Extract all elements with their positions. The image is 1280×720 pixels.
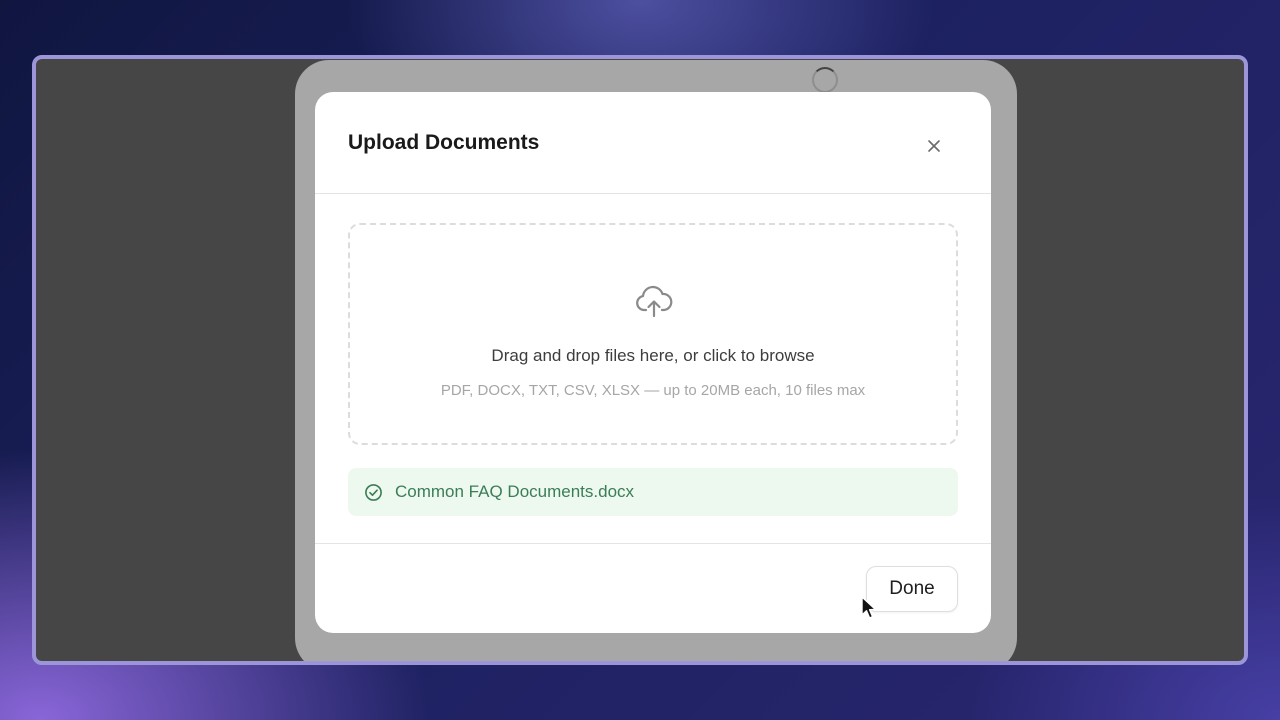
mouse-pointer-icon bbox=[861, 596, 877, 619]
dropzone-instructions: Drag and drop files here, or click to br… bbox=[491, 346, 815, 365]
dropzone-file-limits: PDF, DOCX, TXT, CSV, XLSX — up to 20MB e… bbox=[440, 382, 866, 399]
check-circle-icon bbox=[365, 483, 382, 501]
dialog-title: Upload Documents bbox=[348, 131, 540, 154]
loading-spinner-icon bbox=[812, 67, 838, 93]
dialog-footer: Done bbox=[315, 543, 991, 633]
file-dropzone[interactable]: Drag and drop files here, or click to br… bbox=[348, 223, 958, 445]
cloud-upload-icon bbox=[636, 285, 673, 318]
uploaded-file-item: Common FAQ Documents.docx bbox=[348, 468, 958, 516]
screen-frame: Upload Documents Drag and drop files her… bbox=[32, 55, 1248, 665]
close-icon bbox=[928, 140, 940, 152]
uploaded-file-name: Common FAQ Documents.docx bbox=[395, 482, 635, 501]
upload-documents-dialog: Upload Documents Drag and drop files her… bbox=[315, 92, 991, 633]
done-button[interactable]: Done bbox=[866, 566, 958, 612]
dialog-header: Upload Documents bbox=[315, 92, 991, 194]
close-button[interactable] bbox=[918, 130, 950, 162]
